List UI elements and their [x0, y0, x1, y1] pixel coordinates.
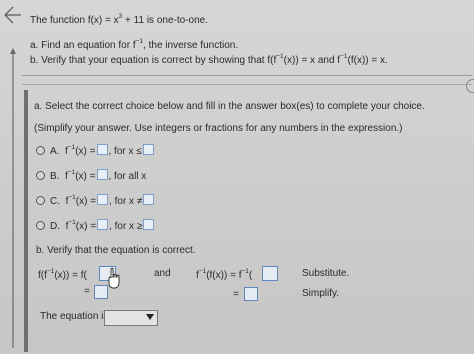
- divider: [22, 84, 472, 85]
- question-part-b: b. Verify that your equation is correct …: [30, 53, 388, 66]
- back-arrow-icon[interactable]: [3, 4, 23, 26]
- choice-a-radio[interactable]: [36, 146, 45, 155]
- choice-a-bound-box[interactable]: [142, 144, 154, 155]
- substitute-label: Substitute.: [302, 268, 350, 279]
- choice-d[interactable]: D. f−1(x) =, for x ≥: [50, 219, 155, 232]
- choice-b-expression-box[interactable]: [96, 169, 108, 180]
- and-label: and: [154, 268, 171, 279]
- right-equals: =: [233, 289, 239, 300]
- choice-c-expression-box[interactable]: [97, 194, 109, 205]
- divider: [22, 75, 472, 76]
- left-equals: =: [84, 286, 90, 297]
- mouse-pointer-icon: [108, 267, 120, 289]
- expand-circle-icon[interactable]: [466, 79, 474, 93]
- choice-c[interactable]: C. f−1(x) =, for x ≠: [50, 194, 155, 207]
- answer-hint: (Simplify your answer. Use integers or f…: [34, 123, 403, 134]
- right-simplify-box[interactable]: [244, 287, 258, 301]
- chevron-down-icon[interactable]: [146, 314, 154, 320]
- scroll-indicator[interactable]: [10, 48, 16, 348]
- choice-d-bound-box[interactable]: [143, 219, 155, 230]
- choice-a[interactable]: A. f−1(x) =, for x ≤: [50, 144, 155, 157]
- choice-b-radio[interactable]: [36, 171, 45, 180]
- right-verify-expression: f−1(f(x)) = f−1(): [196, 268, 272, 281]
- choice-c-bound-box[interactable]: [143, 194, 155, 205]
- right-substitute-box[interactable]: [262, 266, 278, 281]
- answer-instruction: a. Select the correct choice below and f…: [34, 101, 425, 112]
- verify-heading: b. Verify that the equation is correct.: [36, 245, 196, 256]
- choice-c-radio[interactable]: [36, 196, 45, 205]
- simplify-label: Simplify.: [302, 288, 340, 299]
- choice-a-expression-box[interactable]: [96, 144, 108, 155]
- question-intro: The function f(x) = x3 + 11 is one-to-on…: [30, 13, 208, 26]
- question-part-a: a. Find an equation for f−1, the inverse…: [30, 38, 239, 51]
- left-simplify-box[interactable]: [94, 285, 108, 299]
- equation-is-label: The equation is: [40, 311, 109, 322]
- choice-b[interactable]: B. f−1(x) =, for all x: [50, 169, 146, 182]
- choice-d-expression-box[interactable]: [97, 219, 109, 230]
- screen: The function f(x) = x3 + 11 is one-to-on…: [0, 0, 474, 354]
- choice-d-radio[interactable]: [36, 221, 45, 230]
- left-verify-expression: f(f−1(x)) = f(): [38, 268, 106, 281]
- answer-panel-edge: [24, 90, 28, 352]
